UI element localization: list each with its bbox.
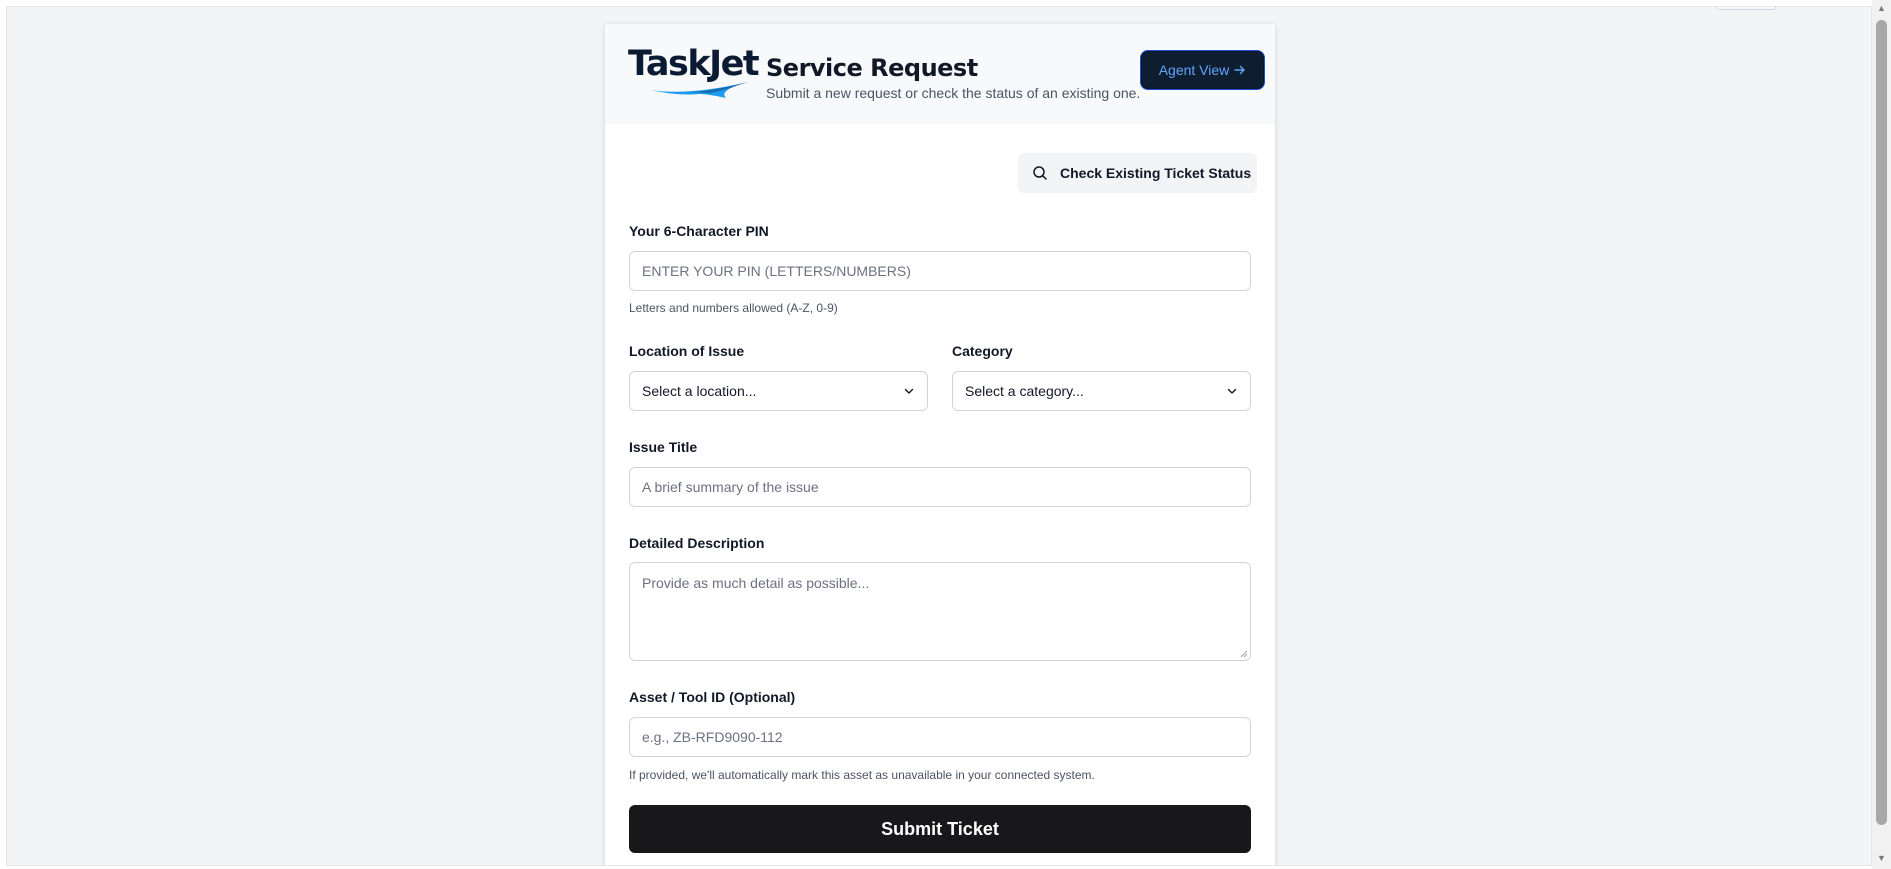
pin-hint: Letters and numbers allowed (A-Z, 0-9) — [629, 301, 838, 315]
logo-swoosh-icon — [650, 82, 748, 98]
asset-id-input[interactable]: e.g., ZB-RFD9090-112 — [629, 717, 1251, 757]
description-placeholder: Provide as much detail as possible... — [642, 575, 870, 591]
agent-view-label: Agent View — [1158, 62, 1230, 78]
arrow-right-icon — [1234, 65, 1245, 75]
page-viewport: TaskJet Service Request Submit a new req… — [6, 6, 1872, 866]
category-selected-value: Select a category... — [965, 383, 1084, 399]
asset-label: Asset / Tool ID (Optional) — [629, 689, 796, 705]
asset-hint: If provided, we'll automatically mark th… — [629, 768, 1095, 782]
check-ticket-status-button[interactable]: Check Existing Ticket Status — [1018, 153, 1257, 193]
check-ticket-status-label: Check Existing Ticket Status — [1060, 165, 1252, 181]
vertical-scrollbar[interactable]: ▲ ▼ — [1872, 0, 1891, 869]
scroll-up-icon[interactable]: ▲ — [1877, 3, 1886, 13]
location-select[interactable]: Select a location... — [629, 371, 928, 411]
top-tab-stub — [1716, 7, 1776, 10]
chevron-down-icon — [1227, 388, 1237, 394]
description-textarea[interactable]: Provide as much detail as possible... — [629, 562, 1251, 661]
chevron-down-icon — [904, 388, 914, 394]
card-header: TaskJet Service Request Submit a new req… — [605, 24, 1275, 124]
agent-view-button[interactable]: Agent View — [1140, 50, 1265, 90]
scrollbar-thumb[interactable] — [1876, 20, 1887, 825]
resize-handle-icon[interactable] — [1240, 650, 1248, 658]
category-select[interactable]: Select a category... — [952, 371, 1251, 411]
category-label: Category — [952, 343, 1013, 359]
scroll-down-icon[interactable]: ▼ — [1877, 853, 1886, 863]
pin-label: Your 6-Character PIN — [629, 223, 769, 239]
taskjet-logo: TaskJet — [628, 44, 760, 100]
submit-ticket-button[interactable]: Submit Ticket — [629, 805, 1251, 853]
location-selected-value: Select a location... — [642, 383, 757, 399]
issue-title-input[interactable]: A brief summary of the issue — [629, 467, 1251, 507]
location-label: Location of Issue — [629, 343, 745, 359]
issue-title-label: Issue Title — [629, 439, 698, 455]
pin-input[interactable]: ENTER YOUR PIN (LETTERS/NUMBERS) — [629, 251, 1251, 291]
page-title: Service Request — [766, 54, 978, 82]
search-icon — [1033, 166, 1047, 180]
service-request-card: TaskJet Service Request Submit a new req… — [605, 24, 1275, 865]
description-label: Detailed Description — [629, 535, 765, 551]
page-subtitle: Submit a new request or check the status… — [766, 85, 1141, 101]
